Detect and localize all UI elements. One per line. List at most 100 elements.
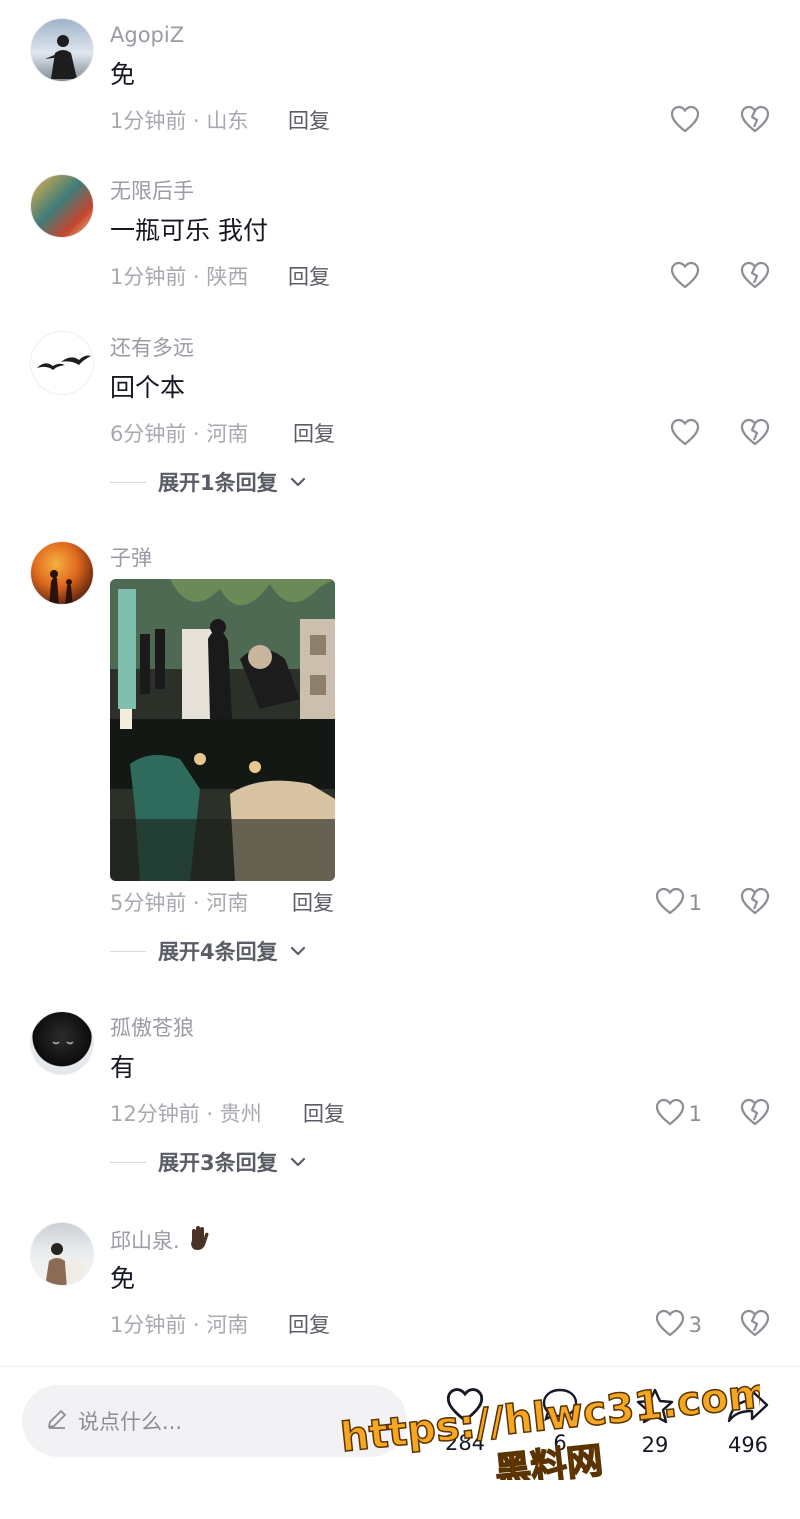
like-button[interactable] <box>670 104 700 138</box>
favorite-button[interactable]: 29 <box>620 1387 690 1457</box>
username[interactable]: AgopiZ <box>110 20 184 50</box>
comment-location: 山东 <box>206 109 249 133</box>
broken-heart-icon <box>740 887 770 919</box>
like-button[interactable]: 1 <box>655 886 702 920</box>
comment-text: 免 <box>110 1264 136 1293</box>
meta-separator: · <box>186 1313 207 1337</box>
comment-bubble-icon <box>541 1387 579 1427</box>
reply-button[interactable]: 回复 <box>293 419 335 449</box>
heart-outline-icon <box>655 1098 685 1131</box>
comment-time: 1分钟前 <box>110 1313 187 1337</box>
expand-divider <box>110 481 146 483</box>
favorite-count: 29 <box>641 1433 669 1457</box>
like-video-button[interactable]: 284 <box>430 1387 500 1455</box>
comment-location: 河南 <box>206 422 249 446</box>
dislike-button[interactable] <box>738 417 772 451</box>
comment-location: 贵州 <box>219 1102 262 1126</box>
avatar[interactable] <box>30 331 94 395</box>
username[interactable]: 邱山泉. <box>110 1224 212 1260</box>
comment-time: 1分钟前 <box>110 109 187 133</box>
expand-replies-label: 展开3条回复 <box>158 1151 278 1175</box>
comment-time: 12分钟前 <box>110 1102 200 1126</box>
heart-outline-icon <box>670 105 700 138</box>
heart-outline-icon <box>670 418 700 451</box>
comment-input[interactable]: 说点什么... <box>22 1385 407 1457</box>
comment-input-placeholder: 说点什么... <box>78 1410 183 1434</box>
heart-outline-icon <box>670 261 700 294</box>
dislike-button[interactable] <box>738 1308 772 1342</box>
heart-outline-icon <box>655 1309 685 1342</box>
expand-divider <box>110 950 146 952</box>
reply-button[interactable]: 回复 <box>288 106 330 136</box>
like-button[interactable]: 3 <box>655 1308 702 1342</box>
username-text: 邱山泉. <box>110 1229 180 1253</box>
meta-separator: · <box>186 422 207 446</box>
comment-location: 河南 <box>206 1313 249 1337</box>
bottom-action-bar: 说点什么... 284 6 29 496 <box>0 1366 800 1519</box>
comment-text: 一瓶可乐 我付 <box>110 216 268 245</box>
username[interactable]: 孤傲苍狼 <box>110 1013 194 1043</box>
expand-replies-button[interactable]: 展开3条回复 <box>110 1147 306 1177</box>
like-button[interactable]: 1 <box>655 1097 702 1131</box>
reply-button[interactable]: 回复 <box>303 1099 345 1129</box>
like-button[interactable] <box>670 417 700 451</box>
avatar[interactable] <box>30 174 94 238</box>
meta-separator: · <box>199 1102 220 1126</box>
like-count: 3 <box>688 1313 702 1337</box>
pencil-icon <box>46 1408 68 1434</box>
username[interactable]: 子弹 <box>110 543 152 573</box>
expand-replies-label: 展开1条回复 <box>158 471 278 495</box>
comment-text: 有 <box>110 1053 136 1082</box>
comment-video-button[interactable]: 6 <box>525 1387 595 1455</box>
star-outline-icon <box>635 1387 675 1429</box>
avatar[interactable] <box>30 18 94 82</box>
broken-heart-icon <box>740 261 770 293</box>
comment-text: 回个本 <box>110 373 186 402</box>
like-button[interactable] <box>670 260 700 294</box>
comment-video-count: 6 <box>553 1431 567 1455</box>
avatar[interactable] <box>30 1011 94 1075</box>
expand-replies-label: 展开4条回复 <box>158 940 278 964</box>
username[interactable]: 还有多远 <box>110 333 194 363</box>
chevron-down-icon <box>290 942 306 961</box>
share-arrow-icon <box>726 1387 770 1429</box>
comment-text: 免 <box>110 60 136 89</box>
like-count: 1 <box>688 1102 702 1126</box>
avatar[interactable] <box>30 541 94 605</box>
meta-separator: · <box>186 109 207 133</box>
dislike-button[interactable] <box>738 1097 772 1131</box>
comment-location: 河南 <box>206 891 249 915</box>
expand-replies-button[interactable]: 展开4条回复 <box>110 936 306 966</box>
broken-heart-icon <box>740 418 770 450</box>
like-video-count: 284 <box>444 1431 486 1455</box>
chevron-down-icon <box>290 473 306 492</box>
comment-time: 5分钟前 <box>110 891 187 915</box>
comment-meta: 6分钟前 · 河南 <box>110 419 248 449</box>
expand-divider <box>110 1161 146 1163</box>
comment-meta: 1分钟前 · 陕西 <box>110 262 248 292</box>
meta-separator: · <box>186 265 207 289</box>
like-count: 1 <box>688 891 702 915</box>
comment-time: 6分钟前 <box>110 422 187 446</box>
heart-outline-icon <box>655 887 685 920</box>
expand-replies-button[interactable]: 展开1条回复 <box>110 467 306 497</box>
reply-button[interactable]: 回复 <box>288 262 330 292</box>
comment-meta: 5分钟前 · 河南 <box>110 888 248 918</box>
dislike-button[interactable] <box>738 260 772 294</box>
comment-location: 陕西 <box>206 265 249 289</box>
comment-meta: 12分钟前 · 贵州 <box>110 1099 262 1129</box>
share-button[interactable]: 496 <box>713 1387 783 1457</box>
broken-heart-icon <box>740 1098 770 1130</box>
dislike-button[interactable] <box>738 104 772 138</box>
chevron-down-icon <box>290 1153 306 1172</box>
heart-outline-icon <box>445 1387 485 1427</box>
waving-hand-icon <box>186 1224 212 1260</box>
avatar[interactable] <box>30 1222 94 1286</box>
dislike-button[interactable] <box>738 886 772 920</box>
share-count: 496 <box>727 1433 769 1457</box>
reply-button[interactable]: 回复 <box>288 1310 330 1340</box>
comment-image[interactable] <box>110 579 335 881</box>
reply-button[interactable]: 回复 <box>292 888 334 918</box>
broken-heart-icon <box>740 1309 770 1341</box>
username[interactable]: 无限后手 <box>110 176 194 206</box>
